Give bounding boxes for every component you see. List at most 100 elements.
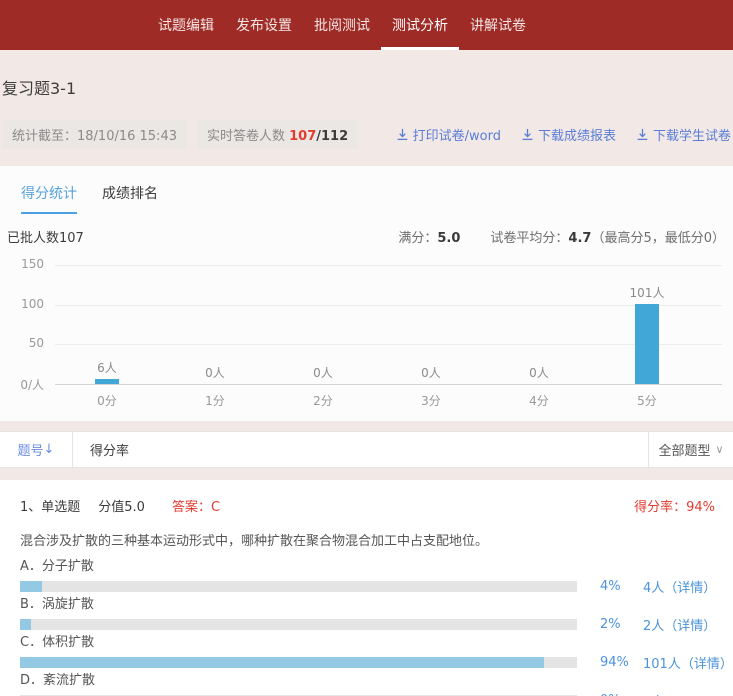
- download-icon: [521, 128, 534, 141]
- stats-cutoff-badge: 统计截至：18/10/16 15:43: [2, 120, 187, 149]
- option-count-details-link[interactable]: 4人（详情）: [643, 577, 733, 596]
- option-bar-track: [20, 581, 577, 592]
- realtime-label: 实时答卷人数: [207, 129, 289, 144]
- download-icon: [396, 128, 409, 141]
- option-list: A．分子扩散4%4人（详情）B．涡旋扩散2%2人（详情）C．体积扩散94%101…: [20, 558, 733, 696]
- option-percent: 94%: [600, 655, 637, 670]
- realtime-answer-badge: 实时答卷人数 107/112: [197, 120, 358, 149]
- link-label: 下载成绩报表: [538, 125, 616, 144]
- chart-column-0分: 6人0分: [53, 265, 161, 384]
- download-links: 打印试卷/word 下载成绩报表 下载学生试卷: [396, 125, 731, 144]
- graded-count-label: 已批人数107: [7, 227, 84, 246]
- nav-tab-explain-paper[interactable]: 讲解试卷: [459, 0, 537, 50]
- link-label: 下载学生试卷: [653, 125, 731, 144]
- question-title: 1、单选题: [20, 496, 80, 515]
- option-bar-row: 4%4人（详情）: [20, 580, 733, 592]
- page-title: 复习题3-1: [2, 75, 733, 99]
- bar-value-label: 101人: [593, 284, 701, 301]
- option-count-details-link[interactable]: 2人（详情）: [643, 615, 733, 634]
- top-nav: 试题编辑 发布设置 批阅测试 测试分析 讲解试卷: [0, 0, 733, 50]
- score-rate-header: 得分率: [73, 432, 648, 467]
- answer-option-A: A．分子扩散 4%4人（详情）: [20, 558, 733, 592]
- bar-value-label: 6人: [53, 359, 161, 376]
- option-bar-row: 2%2人（详情）: [20, 618, 733, 630]
- option-percent: 4%: [600, 579, 637, 594]
- answer-option-C: C．体积扩散 94%101人（详情）: [20, 634, 733, 668]
- score-statistics-panel: 得分统计 成绩排名 已批人数107 满分：5.0 试卷平均分：4.7（最高分5，…: [0, 166, 733, 421]
- sort-down-arrow-icon: ↓: [44, 442, 55, 457]
- option-bar-fill: [20, 619, 31, 630]
- nav-tab-publish-settings[interactable]: 发布设置: [225, 0, 303, 50]
- option-bar-row: 94%101人（详情）: [20, 656, 733, 668]
- bar-5分: [635, 304, 659, 384]
- print-paper-word-link[interactable]: 打印试卷/word: [396, 125, 501, 144]
- nav-tab-test-analysis[interactable]: 测试分析: [381, 0, 459, 50]
- bar-value-label: 0人: [161, 364, 269, 381]
- sub-tabs: 得分统计 成绩排名: [0, 183, 733, 214]
- bar-0分: [95, 379, 119, 384]
- bar-value-label: 0人: [377, 364, 485, 381]
- answer-option-D: D．紊流扩散 0% 0人: [20, 672, 733, 696]
- sort-label: 题号: [18, 440, 44, 459]
- y-axis-tick: 50: [0, 336, 44, 350]
- tab-score-statistics[interactable]: 得分统计: [21, 183, 77, 214]
- option-percent: 0%: [600, 693, 637, 696]
- chevron-down-icon: ∨: [715, 443, 723, 456]
- tab-score-ranking[interactable]: 成绩排名: [102, 183, 158, 214]
- question-body: 混合涉及扩散的三种基本运动形式中，哪种扩散在聚合物混合加工中占支配地位。: [20, 530, 733, 549]
- question-score-rate: 得分率：94%: [634, 496, 715, 515]
- option-bar-fill: [20, 581, 42, 592]
- link-label: 打印试卷/word: [413, 125, 501, 144]
- option-label: A．分子扩散: [20, 558, 733, 576]
- option-count-details-link[interactable]: 101人（详情）: [643, 653, 733, 672]
- question-filter-bar: 题号↓ 得分率 全部题型 ∨: [0, 431, 733, 468]
- nav-tab-review-test[interactable]: 批阅测试: [303, 0, 381, 50]
- x-axis-line: [55, 384, 722, 385]
- bar-value-label: 0人: [485, 364, 593, 381]
- option-label: C．体积扩散: [20, 634, 733, 652]
- page-header: 复习题3-1 统计截至：18/10/16 15:43 实时答卷人数 107/11…: [0, 50, 733, 149]
- question-type-dropdown[interactable]: 全部题型 ∨: [648, 432, 733, 467]
- x-axis-tick: 2分: [269, 392, 377, 409]
- chart-column-4分: 0人4分: [485, 265, 593, 384]
- question-answer: 答案：C: [172, 496, 220, 515]
- option-label: D．紊流扩散: [20, 672, 733, 690]
- question-score: 分值5.0: [98, 496, 145, 515]
- full-score: 满分：5.0: [398, 227, 460, 246]
- option-bar-fill: [20, 657, 544, 668]
- nav-tab-question-edit[interactable]: 试题编辑: [147, 0, 225, 50]
- x-axis-tick: 3分: [377, 392, 485, 409]
- chart-plot-area: 6人0分0人1分0人2分0人3分0人4分101人5分: [53, 265, 701, 384]
- question-meta: 1、单选题 分值5.0 答案：C 得分率：94%: [20, 496, 733, 515]
- chart-column-2分: 0人2分: [269, 265, 377, 384]
- chart-column-1分: 0人1分: [161, 265, 269, 384]
- y-axis-tick: 100: [0, 297, 44, 311]
- x-axis-tick: 5分: [593, 392, 701, 409]
- x-axis-tick: 0分: [53, 392, 161, 409]
- summary-row: 已批人数107 满分：5.0 试卷平均分：4.7（最高分5，最低分0）: [0, 227, 733, 246]
- y-axis-tick: 0/人: [0, 376, 44, 393]
- type-filter-label: 全部题型: [658, 440, 710, 459]
- score-distribution-chart: 150100500/人6人0分0人1分0人2分0人3分0人4分101人5分: [0, 258, 733, 410]
- x-axis-tick: 1分: [161, 392, 269, 409]
- stats-row: 统计截至：18/10/16 15:43 实时答卷人数 107/112 打印试卷/…: [2, 120, 733, 149]
- option-percent: 2%: [600, 617, 637, 632]
- option-bar-track: [20, 657, 577, 668]
- total-count: /112: [316, 129, 348, 144]
- score-summary: 满分：5.0 试卷平均分：4.7（最高分5，最低分0）: [398, 227, 725, 246]
- download-score-report-link[interactable]: 下载成绩报表: [521, 125, 616, 144]
- download-icon: [636, 128, 649, 141]
- answer-option-B: B．涡旋扩散 2%2人（详情）: [20, 596, 733, 630]
- y-axis-tick: 150: [0, 257, 44, 271]
- option-label: B．涡旋扩散: [20, 596, 733, 614]
- average-score: 试卷平均分：4.7（最高分5，最低分0）: [490, 227, 725, 246]
- download-student-paper-link[interactable]: 下载学生试卷: [636, 125, 731, 144]
- option-count-details-link: 0人: [643, 691, 733, 696]
- bar-value-label: 0人: [269, 364, 377, 381]
- sort-by-question-number[interactable]: 题号↓: [0, 432, 73, 467]
- question-panel: 1、单选题 分值5.0 答案：C 得分率：94% 混合涉及扩散的三种基本运动形式…: [0, 480, 733, 696]
- answered-count: 107: [289, 129, 316, 144]
- option-bar-track: [20, 619, 577, 630]
- chart-column-5分: 101人5分: [593, 265, 701, 384]
- chart-column-3分: 0人3分: [377, 265, 485, 384]
